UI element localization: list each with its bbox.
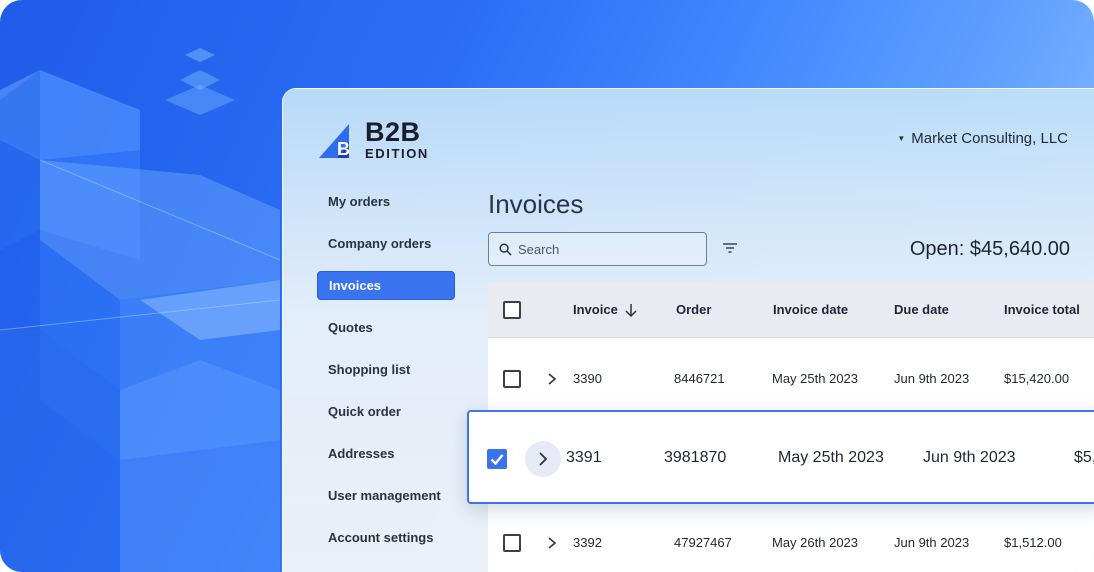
open-balance: Open: $45,640.00 [909, 238, 1070, 260]
table-row[interactable]: 3390 8446721 May 25th 2023 Jun 9th 2023 … [488, 338, 1094, 419]
table-row[interactable]: 3392 47927467 May 26th 2023 Jun 9th 2023… [488, 500, 1094, 572]
sidebar-item-company-orders[interactable]: Company orders [317, 229, 455, 258]
brand-logo[interactable]: B B2B EDITION [319, 119, 429, 160]
row-checkbox[interactable] [503, 370, 521, 388]
invoice-number[interactable]: 3390 [573, 371, 602, 386]
chevron-right-icon[interactable] [546, 372, 558, 386]
search-input[interactable] [518, 241, 688, 257]
filter-icon[interactable] [721, 239, 739, 257]
chevron-right-icon[interactable] [546, 536, 558, 550]
sidebar-item-invoices[interactable]: Invoices [317, 271, 455, 300]
select-all-checkbox[interactable] [503, 301, 521, 319]
caret-down-icon: ▼ [897, 134, 906, 143]
expand-row-button[interactable] [525, 441, 561, 477]
invoice-date: May 25th 2023 [772, 371, 859, 386]
sidebar-item-addresses[interactable]: Addresses [317, 439, 455, 468]
invoice-total: $1,512.00 [1004, 535, 1062, 550]
table-row-selected[interactable]: 3391 3981870 May 25th 2023 Jun 9th 2023 … [467, 410, 1094, 504]
arrow-down-icon[interactable] [624, 303, 638, 318]
logo-edition-text: EDITION [365, 146, 429, 161]
checkmark-icon [490, 454, 504, 466]
company-name: Market Consulting, LLC [911, 130, 1068, 147]
column-header-due-date[interactable]: Due date [894, 302, 949, 317]
column-header-invoice[interactable]: Invoice [573, 302, 618, 317]
invoice-total: $15,420.00 [1004, 371, 1070, 386]
search-field[interactable] [488, 232, 707, 266]
chevron-right-icon [539, 452, 548, 466]
order-number: 3981870 [664, 449, 727, 466]
hero-frame: B B2B EDITION ▼ Market Consulting, LLC M… [0, 0, 1094, 572]
sidebar-item-my-orders[interactable]: My orders [317, 187, 455, 216]
sidebar-item-quick-order[interactable]: Quick order [317, 397, 455, 426]
column-header-order[interactable]: Order [676, 302, 711, 317]
company-switcher[interactable]: ▼ Market Consulting, LLC [897, 130, 1068, 147]
logo-b2b-text: B2B [365, 117, 421, 147]
column-header-invoice-date[interactable]: Invoice date [773, 302, 848, 317]
b2b-logo-mark-icon: B [319, 123, 350, 159]
invoice-number[interactable]: 3392 [573, 535, 602, 550]
table-header: Invoice Order Invoice date Due date Invo… [488, 283, 1094, 338]
row-checkbox[interactable] [503, 534, 521, 552]
due-date: Jun 9th 2023 [894, 535, 970, 550]
due-date: Jun 9th 2023 [894, 371, 970, 386]
sidebar-item-quotes[interactable]: Quotes [317, 313, 455, 342]
sidebar-nav: My orders Company orders Invoices Quotes… [317, 187, 455, 565]
column-header-invoice-total[interactable]: Invoice total [1004, 302, 1080, 317]
sidebar-item-account-settings[interactable]: Account settings [317, 523, 455, 552]
invoice-number[interactable]: 3391 [566, 449, 602, 467]
order-number: 47927467 [674, 535, 732, 550]
sidebar-item-shopping-list[interactable]: Shopping list [317, 355, 455, 384]
due-date: Jun 9th 2023 [923, 449, 1016, 466]
invoice-date: May 26th 2023 [772, 535, 859, 550]
row-checkbox-checked[interactable] [487, 449, 507, 469]
sidebar-item-user-management[interactable]: User management [317, 481, 455, 510]
invoice-date: May 25th 2023 [778, 449, 884, 466]
search-icon [499, 242, 512, 256]
invoice-total: $5, [1074, 449, 1094, 466]
page-title: Invoices [488, 189, 584, 219]
svg-text:B: B [337, 139, 350, 159]
order-number: 8446721 [674, 371, 725, 386]
